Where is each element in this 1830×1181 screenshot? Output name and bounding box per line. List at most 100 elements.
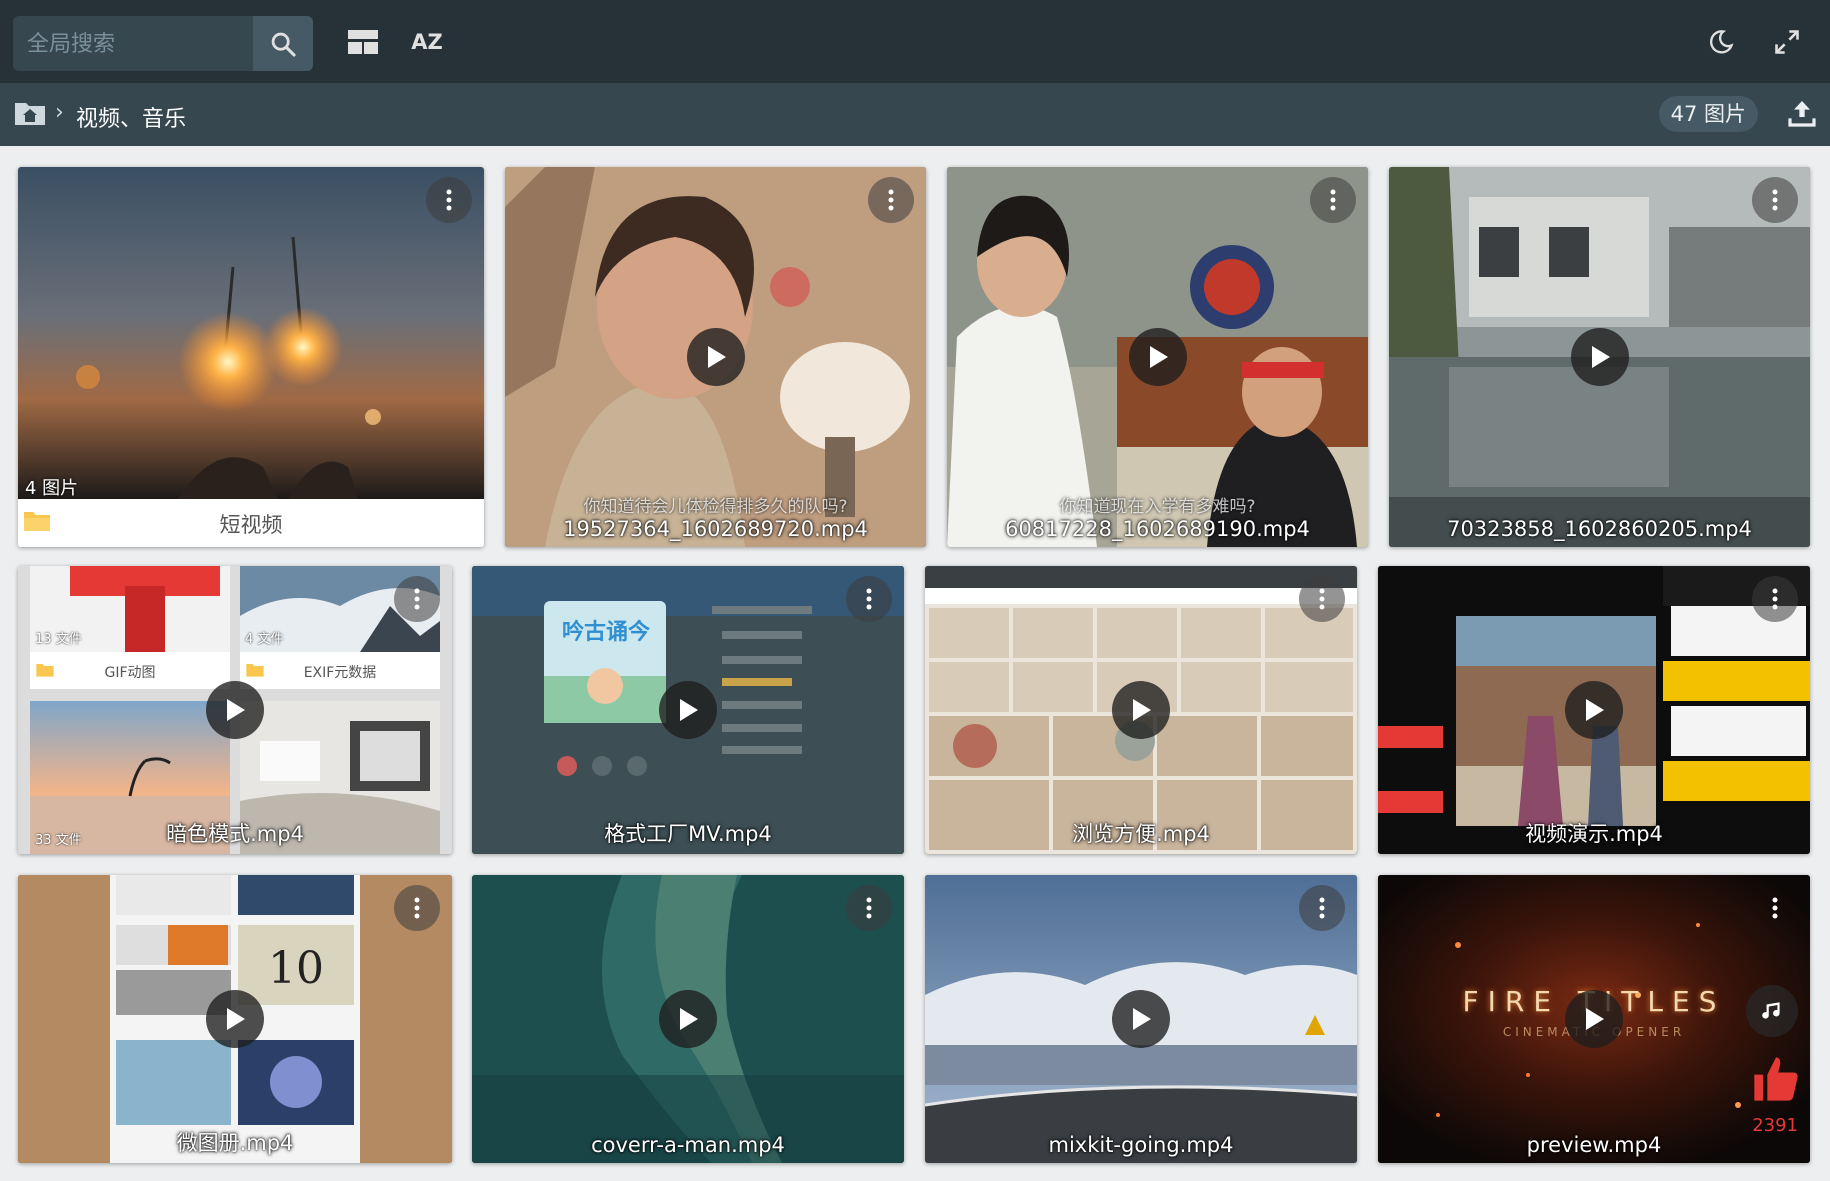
breadcrumb: › 视频、音乐 47 图片	[0, 83, 1830, 146]
more-vert-icon	[1319, 897, 1325, 919]
mini-folder-count: 4 文件	[245, 632, 284, 647]
search-input[interactable]	[13, 16, 269, 71]
like-button[interactable]	[1750, 1053, 1802, 1105]
video-card[interactable]: mixkit-going.mp4	[925, 875, 1357, 1163]
search-box	[13, 16, 313, 71]
play-button[interactable]	[1112, 681, 1170, 739]
video-card[interactable]: 你知道现在入学有多难吗? 60817228_1602689190.mp4	[947, 167, 1368, 547]
mini-folder-name: GIF动图	[104, 665, 156, 681]
card-menu-button[interactable]	[1299, 885, 1345, 931]
sort-az-button[interactable]: AZ	[407, 22, 447, 62]
play-icon	[227, 699, 245, 721]
play-icon	[1591, 346, 1610, 368]
video-name: 格式工厂MV.mp4	[604, 822, 772, 846]
video-card[interactable]: 70323858_1602860205.mp4	[1389, 167, 1810, 547]
dark-mode-button[interactable]	[1701, 22, 1741, 62]
card-menu-button[interactable]	[394, 885, 440, 931]
play-icon	[707, 346, 726, 368]
video-card[interactable]: 你知道待会儿体检得排多久的队吗? 19527364_1602689720.mp4	[505, 167, 926, 547]
card-menu-button[interactable]	[1310, 177, 1356, 223]
card-menu-button[interactable]	[846, 885, 892, 931]
card-menu-button[interactable]	[426, 177, 472, 223]
play-icon	[227, 1008, 245, 1030]
play-button[interactable]	[1570, 328, 1629, 386]
folder-thumbnail	[18, 167, 484, 499]
folder-name: 短视频	[219, 513, 283, 537]
thumb-up-icon	[1754, 1057, 1798, 1101]
video-name: mixkit-going.mp4	[1048, 1133, 1234, 1157]
video-name: preview.mp4	[1526, 1133, 1662, 1157]
upload-button[interactable]	[1786, 97, 1818, 133]
more-vert-icon	[1772, 189, 1778, 211]
more-vert-icon	[1319, 588, 1325, 610]
play-button[interactable]	[1565, 990, 1623, 1048]
more-vert-icon	[1772, 897, 1778, 919]
play-button[interactable]	[686, 328, 745, 386]
play-button[interactable]	[206, 681, 264, 739]
search-icon	[271, 32, 296, 57]
play-icon	[680, 699, 698, 721]
layout-icon	[348, 30, 378, 54]
card-menu-button[interactable]	[1752, 177, 1798, 223]
card-menu-button[interactable]	[394, 576, 440, 622]
fullscreen-icon	[1775, 30, 1799, 54]
top-bar: AZ	[0, 0, 1830, 83]
folder-footer: 短视频	[18, 499, 484, 547]
video-name: 微图册.mp4	[176, 1131, 294, 1155]
play-button[interactable]	[1112, 990, 1170, 1048]
music-note-icon	[1762, 1001, 1780, 1019]
card-menu-button[interactable]	[846, 576, 892, 622]
video-name: coverr-a-man.mp4	[591, 1133, 785, 1157]
more-vert-icon	[1330, 189, 1336, 211]
video-card[interactable]: 13 文件 GIF动图 4 文件 EXIF元数据 33 文件 暗色模式.mp4	[18, 566, 452, 854]
card-menu-button[interactable]	[1299, 576, 1345, 622]
poster-number: 10	[268, 943, 324, 994]
breadcrumb-separator: ›	[55, 100, 64, 125]
more-vert-icon	[888, 189, 894, 211]
more-vert-icon	[446, 189, 452, 211]
play-button[interactable]	[1128, 328, 1187, 386]
more-vert-icon	[414, 588, 420, 610]
play-button[interactable]	[659, 990, 717, 1048]
home-button[interactable]	[14, 100, 46, 130]
more-vert-icon	[866, 897, 872, 919]
video-name: 暗色模式.mp4	[166, 822, 304, 846]
video-card[interactable]: coverr-a-man.mp4	[472, 875, 904, 1163]
play-icon	[1133, 1008, 1151, 1030]
album-title: 吟古诵今	[562, 620, 651, 645]
play-icon	[680, 1008, 698, 1030]
home-folder-icon	[15, 103, 45, 125]
more-vert-icon	[866, 588, 872, 610]
play-button[interactable]	[206, 990, 264, 1048]
video-name: 浏览方便.mp4	[1072, 822, 1210, 846]
play-button[interactable]	[659, 681, 717, 739]
mini-folder-tile: 13 文件 GIF动图	[30, 566, 230, 689]
card-menu-button[interactable]	[868, 177, 914, 223]
breadcrumb-current[interactable]: 视频、音乐	[76, 101, 186, 133]
layout-toggle-button[interactable]	[343, 22, 383, 62]
card-menu-button[interactable]	[1752, 885, 1798, 931]
video-card[interactable]: 10 微图册.mp4	[18, 875, 452, 1163]
play-icon	[1149, 346, 1168, 368]
video-card[interactable]: 吟古诵今 格式工厂MV.mp4	[472, 566, 904, 854]
folder-icon	[36, 664, 54, 677]
folder-icon	[246, 664, 264, 677]
mini-folder-name: EXIF元数据	[303, 665, 377, 681]
music-button[interactable]	[1746, 985, 1798, 1037]
moon-icon	[1709, 30, 1734, 54]
folder-card[interactable]: 4 图片 短视频	[18, 167, 484, 547]
fullscreen-button[interactable]	[1767, 22, 1807, 62]
play-button[interactable]	[1565, 681, 1623, 739]
folder-image-count: 4 图片	[25, 478, 79, 499]
play-icon	[1586, 699, 1604, 721]
video-name: 60817228_1602689190.mp4	[1005, 517, 1310, 541]
mini-folder-count: 13 文件	[35, 632, 82, 647]
more-vert-icon	[1772, 588, 1778, 610]
sort-az-icon: AZ	[411, 30, 443, 54]
video-card[interactable]: 浏览方便.mp4	[925, 566, 1357, 854]
video-card[interactable]: 视频演示.mp4	[1378, 566, 1810, 854]
search-button[interactable]	[253, 16, 313, 71]
video-subtitle: 你知道现在入学有多难吗?	[1059, 497, 1256, 517]
video-card[interactable]: FIRE TITLES CINEMATIC OPENER 2391 previe…	[1378, 875, 1810, 1163]
card-menu-button[interactable]	[1752, 576, 1798, 622]
